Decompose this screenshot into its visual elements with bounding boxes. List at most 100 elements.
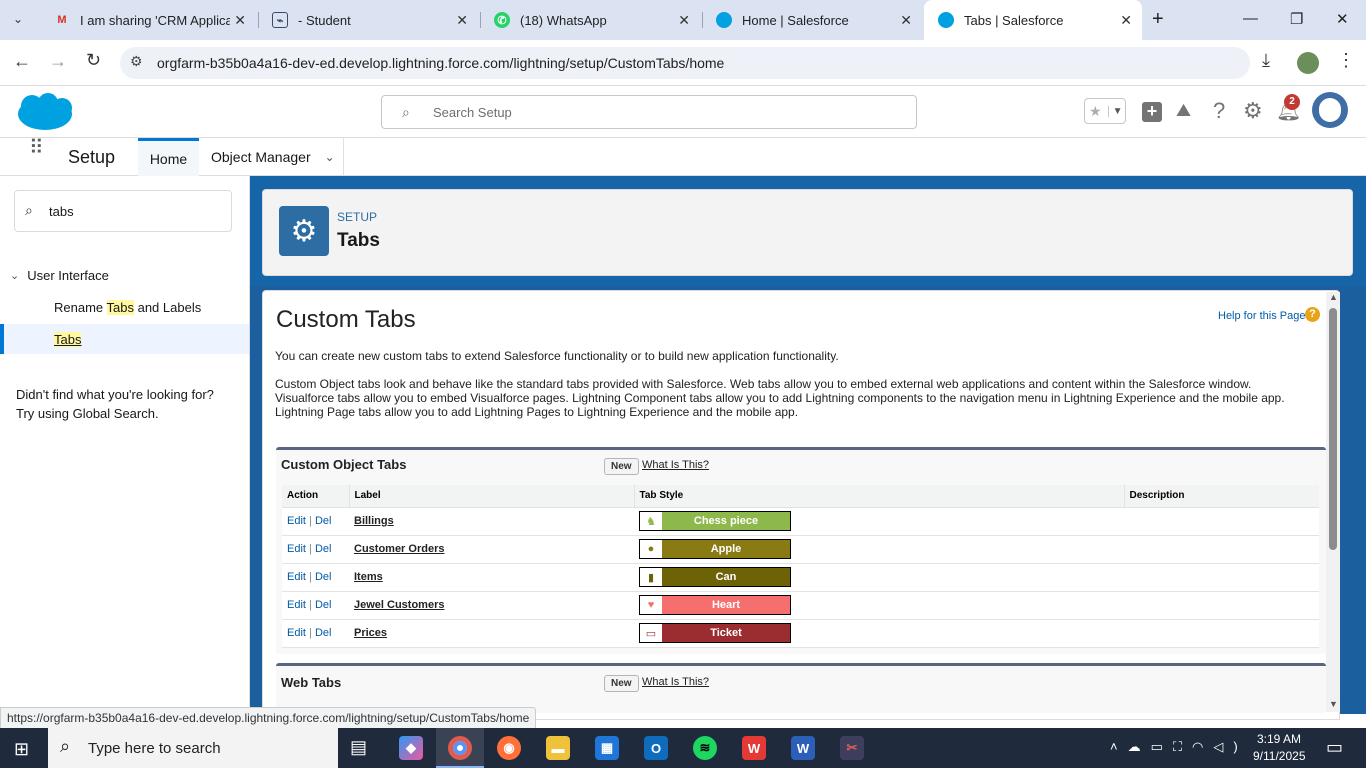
- action-separator: |: [305, 599, 315, 611]
- tab-label-link[interactable]: Items: [354, 571, 383, 583]
- download-icon[interactable]: ⤓: [1262, 50, 1270, 71]
- copilot-icon[interactable]: ◆: [399, 736, 423, 760]
- description-cell: [1124, 619, 1319, 648]
- browser-tab-tabs-salesforce[interactable]: Tabs | Salesforce ✕: [924, 0, 1142, 40]
- column-header-action: Action: [282, 485, 350, 508]
- global-actions-icon[interactable]: +: [1142, 102, 1162, 122]
- task-view-icon[interactable]: ▤: [350, 737, 367, 758]
- minimize-icon[interactable]: —: [1243, 10, 1258, 27]
- browser-tab-whatsapp[interactable]: ✆ (18) WhatsApp ✕: [480, 0, 700, 40]
- gmail-icon: M: [57, 14, 67, 26]
- description-cell: [1124, 563, 1319, 592]
- nav-tab-home[interactable]: Home: [138, 138, 199, 176]
- tab-style-name: Ticket: [710, 627, 742, 639]
- close-tab-icon[interactable]: ✕: [1120, 12, 1132, 29]
- tab-style-cell: ♥ Heart: [634, 591, 1124, 620]
- column-header-tab-style: Tab Style: [634, 485, 1125, 508]
- search-icon: ⌕: [25, 202, 33, 218]
- word-icon[interactable]: W: [791, 736, 815, 760]
- close-window-icon[interactable]: ✕: [1336, 10, 1349, 28]
- notification-center-icon[interactable]: ▭: [1326, 737, 1343, 758]
- edit-link[interactable]: Edit: [287, 515, 306, 527]
- back-icon[interactable]: ←: [13, 51, 31, 72]
- tree-group-user-interface[interactable]: ⌄ User Interface: [10, 268, 109, 283]
- edit-link[interactable]: Edit: [287, 571, 306, 583]
- scroll-down-arrow-icon[interactable]: ▼: [1329, 699, 1338, 709]
- new-web-tab-button[interactable]: New: [604, 675, 639, 692]
- tab-style-cell: ▮ Can: [634, 563, 1124, 592]
- app-nav-bar: ⠿ Setup Home Object Manager ⌄: [0, 138, 1366, 176]
- profile-avatar[interactable]: [1297, 52, 1319, 74]
- edit-link[interactable]: Edit: [287, 599, 306, 611]
- help-question-icon[interactable]: ?: [1305, 307, 1320, 322]
- setup-search-input[interactable]: ⌕ Search Setup: [381, 95, 917, 129]
- chevron-down-icon[interactable]: ⌄: [10, 269, 19, 282]
- delete-link[interactable]: Del: [315, 627, 332, 639]
- file-explorer-icon[interactable]: ▬: [546, 736, 570, 760]
- site-info-icon[interactable]: ⚙: [130, 53, 143, 70]
- tab-label-link[interactable]: Customer Orders: [354, 543, 444, 555]
- edit-link[interactable]: Edit: [287, 543, 306, 555]
- trailhead-icon[interactable]: ⛰: [1176, 100, 1191, 121]
- close-tab-icon[interactable]: ✕: [234, 12, 246, 29]
- browser-tab-gmail[interactable]: M I am sharing 'CRM Applicati ✕: [40, 0, 256, 40]
- close-tab-icon[interactable]: ✕: [678, 12, 690, 29]
- wps-office-icon[interactable]: W: [742, 736, 766, 760]
- spotify-icon[interactable]: ≋: [693, 736, 717, 760]
- windows-start-icon[interactable]: ⊞: [14, 739, 29, 760]
- edit-link[interactable]: Edit: [287, 627, 306, 639]
- tree-item-text: and Labels: [133, 300, 202, 315]
- tab-search-chevron-icon[interactable]: ⌄: [13, 12, 23, 26]
- close-tab-icon[interactable]: ✕: [456, 12, 468, 29]
- reload-icon[interactable]: ↻: [86, 50, 101, 71]
- tree-item-tabs-selected[interactable]: Tabs: [0, 324, 249, 354]
- favorites-chevron-icon[interactable]: ▼: [1107, 105, 1122, 117]
- section-title: Web Tabs: [281, 675, 342, 690]
- can-icon: ▮: [640, 568, 662, 586]
- chevron-down-icon[interactable]: ⌄: [325, 150, 335, 164]
- column-header-label: Label: [349, 485, 635, 508]
- tab-label-link[interactable]: Jewel Customers: [354, 599, 444, 611]
- scrollbar-thumb[interactable]: [1329, 308, 1337, 550]
- help-icon[interactable]: ?: [1213, 98, 1225, 124]
- setup-gear-icon[interactable]: ⚙: [1243, 98, 1263, 124]
- delete-link[interactable]: Del: [315, 571, 332, 583]
- snipping-tool-icon[interactable]: ✂: [840, 736, 864, 760]
- firefox-icon[interactable]: ◉: [497, 736, 521, 760]
- close-tab-icon[interactable]: ✕: [900, 12, 912, 29]
- taskbar-search-box[interactable]: ⌕ Type here to search: [48, 728, 338, 768]
- salesforce-logo[interactable]: [16, 92, 74, 132]
- favorites-star-button[interactable]: ★ ▼: [1084, 98, 1126, 124]
- browser-tab-student[interactable]: ⌁ - Student ✕: [258, 0, 478, 40]
- url-field[interactable]: ⚙ orgfarm-b35b0a4a16-dev-ed.develop.ligh…: [120, 47, 1250, 79]
- user-avatar[interactable]: [1312, 92, 1348, 128]
- system-tray-icons[interactable]: ˄☁▭⛶◠◁): [1110, 739, 1248, 755]
- browser-menu-icon[interactable]: ⋮: [1337, 50, 1355, 71]
- restore-icon[interactable]: ❐: [1290, 10, 1303, 28]
- new-tab-icon[interactable]: +: [1152, 8, 1164, 31]
- outlook-icon[interactable]: O: [644, 736, 668, 760]
- tree-item-rename-tabs[interactable]: Rename Tabs and Labels: [54, 300, 201, 315]
- scroll-up-arrow-icon[interactable]: ▲: [1329, 292, 1338, 302]
- microsoft-store-icon[interactable]: ▦: [595, 736, 619, 760]
- what-is-this-link[interactable]: What Is This?: [642, 459, 709, 471]
- tab-label-link[interactable]: Billings: [354, 515, 394, 527]
- nav-tab-object-manager[interactable]: Object Manager ⌄: [199, 138, 344, 176]
- delete-link[interactable]: Del: [315, 599, 332, 611]
- help-for-page-link[interactable]: Help for this Page: [1218, 310, 1305, 322]
- new-custom-object-tab-button[interactable]: New: [604, 458, 639, 475]
- url-text: orgfarm-b35b0a4a16-dev-ed.develop.lightn…: [157, 55, 725, 71]
- what-is-this-link[interactable]: What Is This?: [642, 676, 709, 688]
- browser-tab-home-salesforce[interactable]: Home | Salesforce ✕: [702, 0, 922, 40]
- action-separator: |: [305, 515, 315, 527]
- content-scrollbar[interactable]: ▲ ▼: [1326, 292, 1340, 712]
- quick-find-input[interactable]: ⌕ tabs: [14, 190, 232, 232]
- tab-style-name: Chess piece: [693, 515, 759, 527]
- tab-label-link[interactable]: Prices: [354, 627, 387, 639]
- delete-link[interactable]: Del: [315, 543, 332, 555]
- forward-icon[interactable]: →: [49, 51, 67, 72]
- app-launcher-icon[interactable]: ⠿: [29, 138, 44, 158]
- delete-link[interactable]: Del: [315, 515, 332, 527]
- tab-style-swatch: ▮ Can: [639, 567, 791, 587]
- description-2-line-2: Visualforce tabs allow you to embed Visu…: [275, 391, 1285, 405]
